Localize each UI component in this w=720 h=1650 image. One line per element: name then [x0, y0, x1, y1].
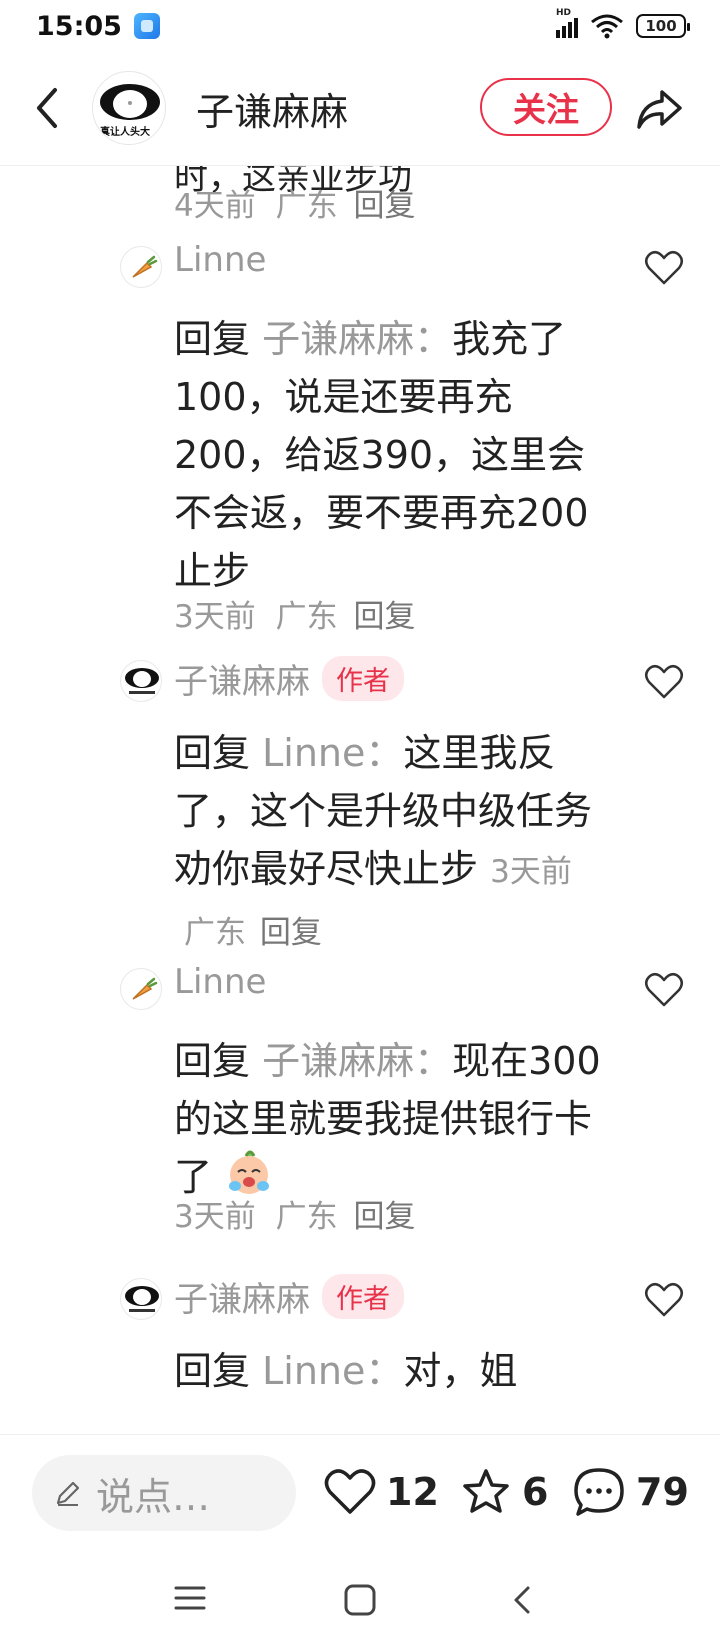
comment-text: 回复 Linne：对，姐: [174, 1349, 518, 1393]
panda-avatar-icon: [125, 668, 159, 694]
user-avatar[interactable]: [120, 246, 162, 288]
like-button[interactable]: [644, 250, 688, 290]
status-time: 15:05: [36, 10, 122, 42]
top-header: 真让人头大 子谦麻麻 关注: [0, 58, 720, 158]
crying-face-emoji: [229, 1150, 270, 1194]
share-icon: [637, 90, 682, 129]
pencil-icon: [56, 1481, 80, 1506]
reply-link[interactable]: 回复: [353, 599, 415, 635]
comment-text: 回复 Linne：这里我反了，这个是升级中级任务劝你最好尽快止步 3天前 广东 …: [174, 731, 593, 951]
favorite-count: 6: [522, 1470, 549, 1514]
comment-username[interactable]: 子谦麻麻 作者: [174, 1272, 404, 1321]
comment-meta: 3天前 广东 回复: [174, 1199, 416, 1235]
back-nav-button[interactable]: [506, 1580, 554, 1624]
wifi-icon: [591, 14, 623, 39]
avatar-caption: 真让人头大: [100, 127, 150, 138]
author-badge: 作者: [322, 656, 404, 701]
share-button[interactable]: [634, 84, 684, 134]
back-chevron-icon: [514, 1586, 530, 1614]
heart-icon: [324, 1469, 376, 1514]
comment-input-placeholder: 说点…: [96, 1474, 211, 1519]
comment-username[interactable]: Linne: [174, 962, 266, 1002]
page-title: 子谦麻麻: [196, 89, 349, 134]
heart-icon: [645, 250, 683, 285]
status-bar: 15:05 HD 100: [0, 0, 720, 52]
heart-icon: [645, 664, 683, 699]
menu-icon: [174, 1586, 206, 1610]
favorite-count-button[interactable]: 6: [460, 1457, 548, 1527]
back-button[interactable]: [22, 78, 72, 138]
cellular-signal-icon: HD: [556, 8, 578, 38]
like-count: 12: [386, 1470, 439, 1514]
user-avatar[interactable]: [120, 660, 162, 702]
chevron-left-icon: [37, 88, 57, 128]
comment-meta: 3天前 广东 回复: [174, 599, 416, 635]
battery-icon: 100: [636, 14, 690, 38]
reply-link[interactable]: 回复: [353, 1199, 415, 1235]
user-avatar[interactable]: [120, 968, 162, 1010]
carrot-avatar-icon: [132, 977, 158, 1000]
comment-count: 79: [636, 1470, 689, 1514]
carrot-avatar-icon: [132, 255, 158, 278]
like-button[interactable]: [644, 1282, 688, 1322]
comment-username[interactable]: 子谦麻麻 作者: [174, 654, 404, 703]
comment-username[interactable]: Linne: [174, 240, 266, 280]
app-notification-icon: [133, 13, 160, 39]
comment-text: 回复 子谦麻麻：我充了100，说是还要再充200，给返390，这里会不会返，要不…: [174, 317, 589, 593]
author-badge: 作者: [322, 1274, 404, 1319]
panda-avatar-icon: [125, 1286, 159, 1312]
bottom-action-bar: 说点… 12 6 79: [0, 1434, 720, 1558]
comment-meta: 4天前 广东 回复: [174, 188, 416, 224]
menu-nav-button[interactable]: [170, 1580, 218, 1624]
system-nav-bar: [0, 1558, 720, 1650]
heart-icon: [645, 1282, 683, 1317]
like-button[interactable]: [644, 972, 688, 1012]
star-icon: [463, 1469, 509, 1513]
comment-input[interactable]: 说点…: [32, 1455, 296, 1531]
author-avatar[interactable]: 真让人头大: [92, 71, 166, 145]
home-nav-button[interactable]: [340, 1580, 388, 1624]
follow-button[interactable]: 关注: [480, 78, 612, 136]
heart-icon: [645, 972, 683, 1007]
comment-bubble-icon: [574, 1468, 624, 1516]
comment-count-button[interactable]: 79: [572, 1457, 689, 1527]
like-button[interactable]: [644, 664, 688, 704]
user-avatar[interactable]: [120, 1278, 162, 1320]
home-square-icon: [344, 1584, 376, 1616]
reply-link[interactable]: 回复: [353, 188, 415, 224]
like-count-button[interactable]: 12: [324, 1457, 439, 1527]
reply-link[interactable]: 回复: [260, 915, 322, 951]
comment-text: 回复 子谦麻麻：现在300的这里就要我提供银行卡了: [174, 1039, 601, 1199]
comment-feed[interactable]: 时，这亲亚步功 4天前 广东 回复 Linne 回复 子谦麻麻：我充了100，说…: [0, 166, 720, 1434]
